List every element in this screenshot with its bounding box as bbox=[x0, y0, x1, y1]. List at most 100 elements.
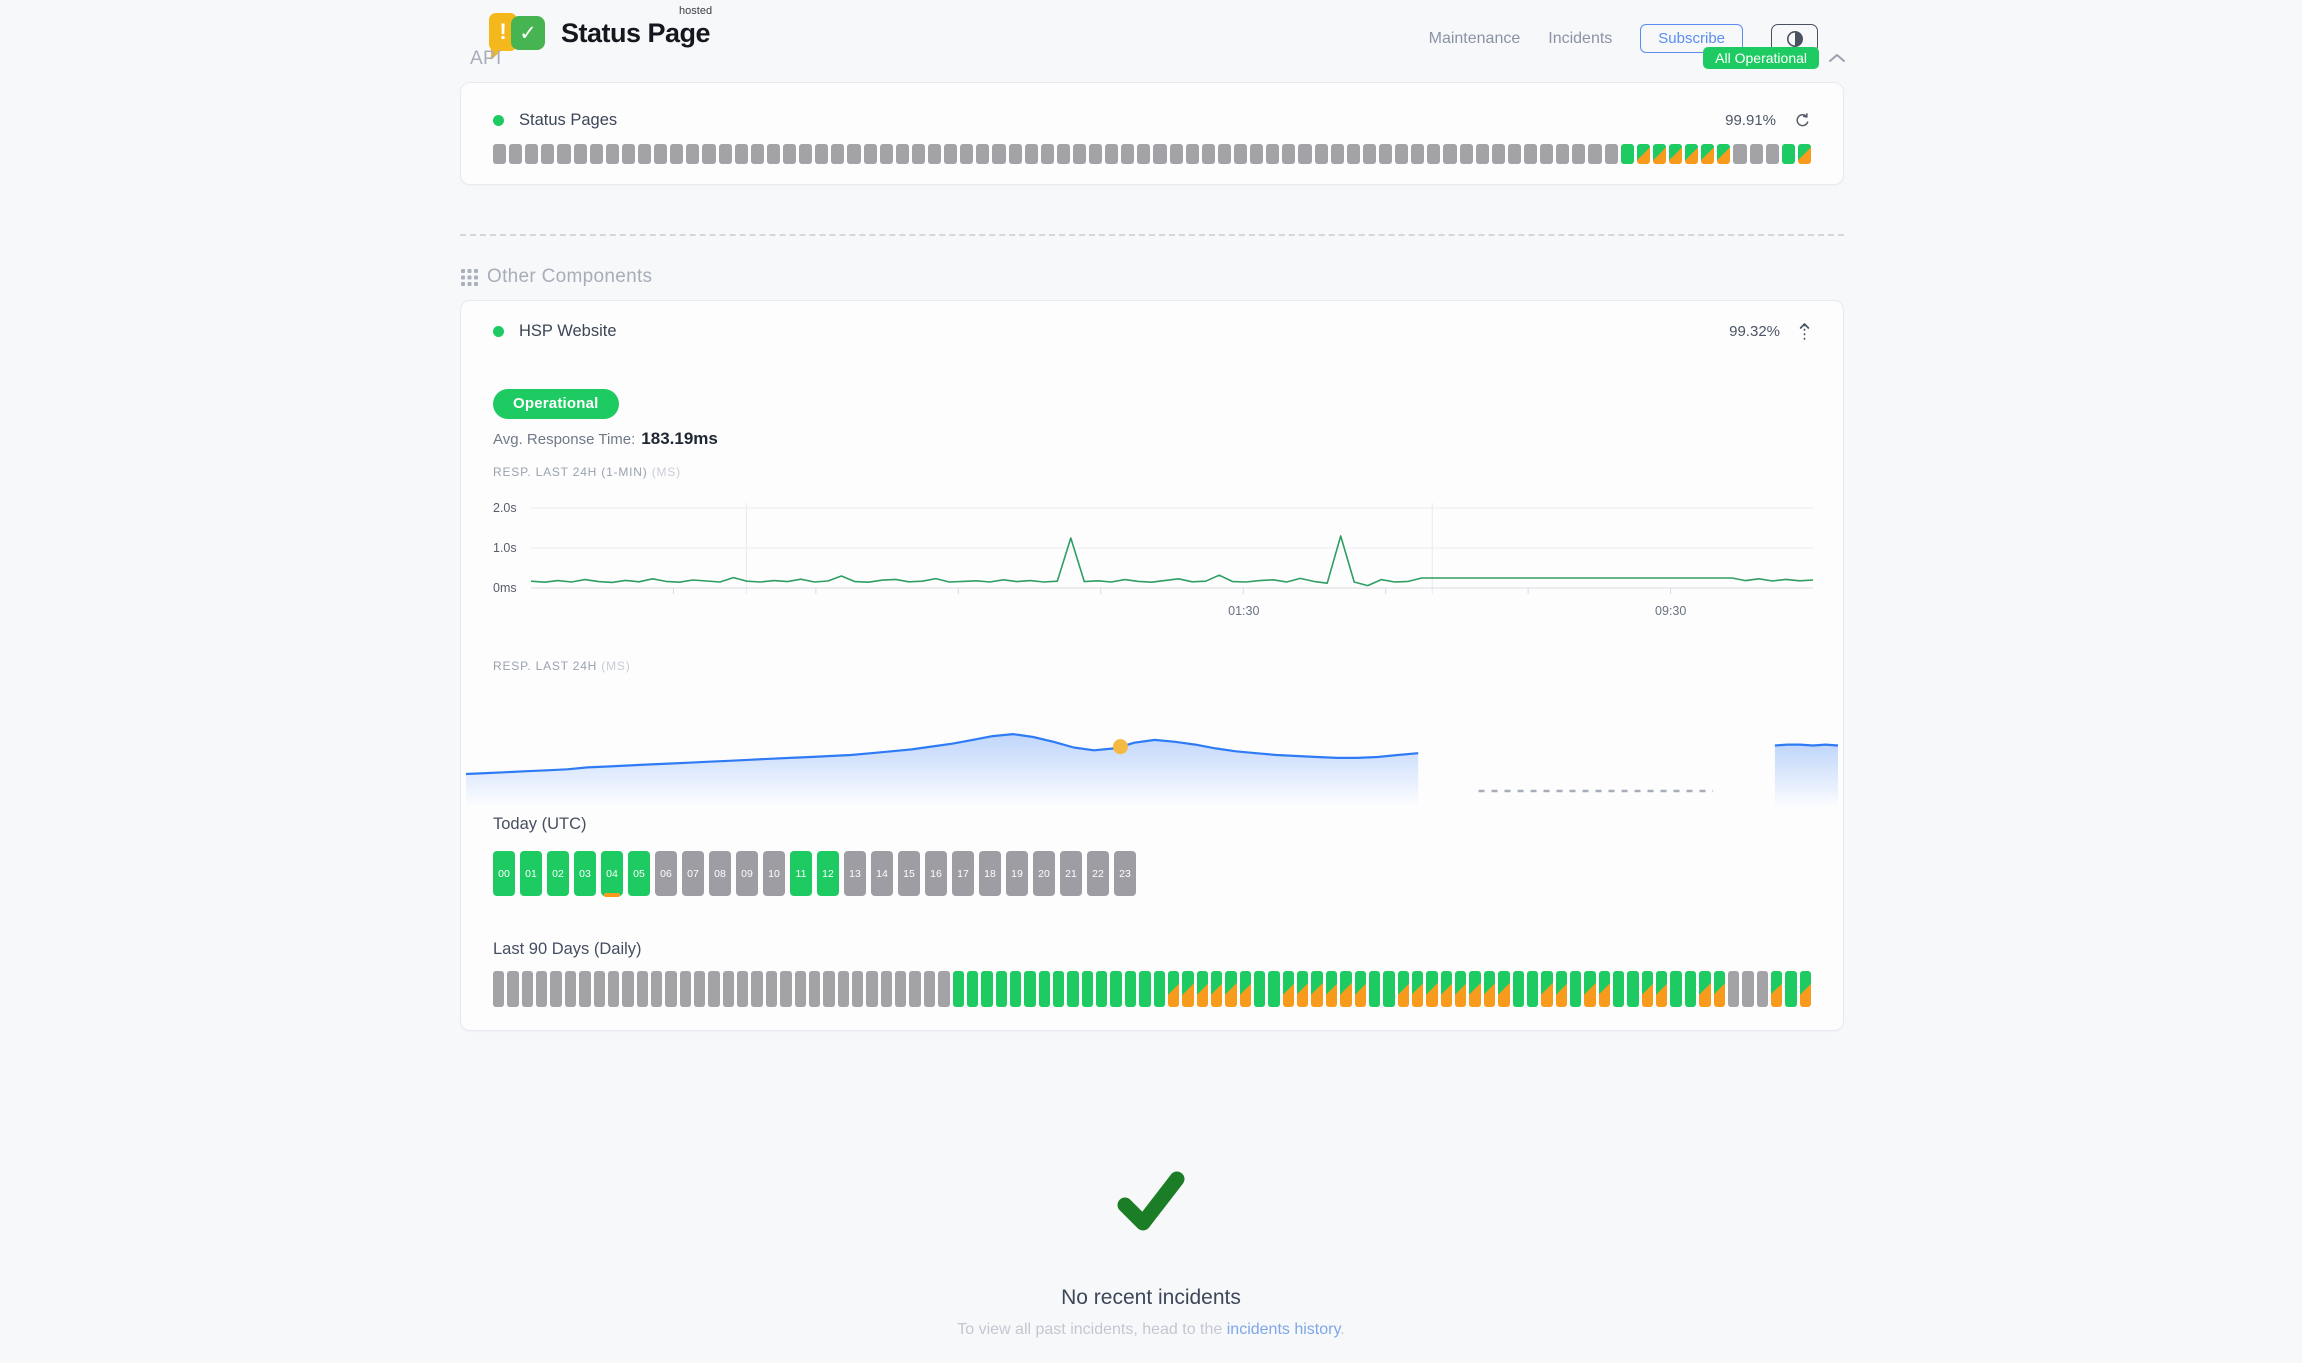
day-bar[interactable] bbox=[1455, 971, 1466, 1007]
day-bar[interactable] bbox=[608, 971, 619, 1007]
uptime-bar[interactable] bbox=[557, 144, 570, 164]
uptime-bar[interactable] bbox=[1170, 144, 1183, 164]
day-bar[interactable] bbox=[507, 971, 518, 1007]
uptime-bar[interactable] bbox=[1025, 144, 1038, 164]
day-bar[interactable] bbox=[1053, 971, 1064, 1007]
day-bar[interactable] bbox=[737, 971, 748, 1007]
day-bar[interactable] bbox=[895, 971, 906, 1007]
day-bar[interactable] bbox=[1570, 971, 1581, 1007]
uptime-bar[interactable] bbox=[815, 144, 828, 164]
uptime-bar[interactable] bbox=[976, 144, 989, 164]
day-bar[interactable] bbox=[1498, 971, 1509, 1007]
day-bar[interactable] bbox=[996, 971, 1007, 1007]
day-bar[interactable] bbox=[680, 971, 691, 1007]
uptime-bar[interactable] bbox=[1540, 144, 1553, 164]
day-bar[interactable] bbox=[1426, 971, 1437, 1007]
day-bar[interactable] bbox=[1225, 971, 1236, 1007]
day-bar[interactable] bbox=[565, 971, 576, 1007]
collapse-up-arrow-icon[interactable] bbox=[1798, 322, 1811, 341]
response-time-area-chart[interactable] bbox=[466, 691, 1838, 813]
day-bar[interactable] bbox=[1182, 971, 1193, 1007]
day-bar[interactable] bbox=[1110, 971, 1121, 1007]
uptime-bar[interactable] bbox=[1782, 144, 1795, 164]
uptime-bar[interactable] bbox=[912, 144, 925, 164]
uptime-bar[interactable] bbox=[1186, 144, 1199, 164]
uptime-bar[interactable] bbox=[1347, 144, 1360, 164]
day-bar[interactable] bbox=[637, 971, 648, 1007]
day-bar[interactable] bbox=[1441, 971, 1452, 1007]
day-bar[interactable] bbox=[1670, 971, 1681, 1007]
uptime-bar[interactable] bbox=[1476, 144, 1489, 164]
hour-block-03[interactable]: 03 bbox=[574, 851, 596, 896]
day-bar[interactable] bbox=[967, 971, 978, 1007]
hour-block-16[interactable]: 16 bbox=[925, 851, 947, 896]
uptime-bar[interactable] bbox=[1202, 144, 1215, 164]
uptime-bar[interactable] bbox=[960, 144, 973, 164]
uptime-bar[interactable] bbox=[574, 144, 587, 164]
hour-block-06[interactable]: 06 bbox=[655, 851, 677, 896]
day-bar[interactable] bbox=[1154, 971, 1165, 1007]
uptime-bar[interactable] bbox=[1588, 144, 1601, 164]
day-bar[interactable] bbox=[1742, 971, 1753, 1007]
uptime-bar[interactable] bbox=[1218, 144, 1231, 164]
uptime-bar[interactable] bbox=[493, 144, 506, 164]
day-bar[interactable] bbox=[938, 971, 949, 1007]
day-bar[interactable] bbox=[766, 971, 777, 1007]
day-bar[interactable] bbox=[881, 971, 892, 1007]
day-bar[interactable] bbox=[1067, 971, 1078, 1007]
uptime-bar[interactable] bbox=[606, 144, 619, 164]
response-time-line-chart[interactable]: 0ms1.0s2.0s01:3009:30 bbox=[493, 501, 1813, 623]
day-bar[interactable] bbox=[1412, 971, 1423, 1007]
hour-block-08[interactable]: 08 bbox=[709, 851, 731, 896]
day-bar[interactable] bbox=[1785, 971, 1796, 1007]
uptime-bar[interactable] bbox=[590, 144, 603, 164]
uptime-bar[interactable] bbox=[1669, 144, 1682, 164]
uptime-bar[interactable] bbox=[686, 144, 699, 164]
uptime-bar[interactable] bbox=[1605, 144, 1618, 164]
uptime-bar[interactable] bbox=[541, 144, 554, 164]
uptime-bar[interactable] bbox=[1411, 144, 1424, 164]
uptime-bar[interactable] bbox=[1460, 144, 1473, 164]
day-bar[interactable] bbox=[1024, 971, 1035, 1007]
day-bar[interactable] bbox=[1685, 971, 1696, 1007]
hour-block-12[interactable]: 12 bbox=[817, 851, 839, 896]
hour-block-00[interactable]: 00 bbox=[493, 851, 515, 896]
day-bar[interactable] bbox=[1168, 971, 1179, 1007]
day-bar[interactable] bbox=[1527, 971, 1538, 1007]
hour-block-10[interactable]: 10 bbox=[763, 851, 785, 896]
uptime-bar[interactable] bbox=[1750, 144, 1763, 164]
uptime-bar[interactable] bbox=[1250, 144, 1263, 164]
day-bar[interactable] bbox=[493, 971, 504, 1007]
day-bar[interactable] bbox=[1039, 971, 1050, 1007]
hour-block-09[interactable]: 09 bbox=[736, 851, 758, 896]
day-bar[interactable] bbox=[1613, 971, 1624, 1007]
uptime-bar[interactable] bbox=[1798, 144, 1811, 164]
day-bar[interactable] bbox=[1197, 971, 1208, 1007]
uptime-bar[interactable] bbox=[1282, 144, 1295, 164]
uptime-bar[interactable] bbox=[1234, 144, 1247, 164]
uptime-bar[interactable] bbox=[1766, 144, 1779, 164]
day-bar[interactable] bbox=[1369, 971, 1380, 1007]
uptime-bar[interactable] bbox=[670, 144, 683, 164]
hour-block-21[interactable]: 21 bbox=[1060, 851, 1082, 896]
day-bar[interactable] bbox=[708, 971, 719, 1007]
uptime-bar[interactable] bbox=[944, 144, 957, 164]
day-bar[interactable] bbox=[1355, 971, 1366, 1007]
uptime-bar[interactable] bbox=[1653, 144, 1666, 164]
day-bar[interactable] bbox=[1297, 971, 1308, 1007]
day-bar[interactable] bbox=[838, 971, 849, 1007]
day-bar[interactable] bbox=[1268, 971, 1279, 1007]
day-bar[interactable] bbox=[1728, 971, 1739, 1007]
uptime-bar[interactable] bbox=[1041, 144, 1054, 164]
day-bar[interactable] bbox=[1240, 971, 1251, 1007]
incidents-history-link[interactable]: incidents history bbox=[1227, 1321, 1341, 1338]
day-bar[interactable] bbox=[1699, 971, 1710, 1007]
day-bar[interactable] bbox=[723, 971, 734, 1007]
hour-block-18[interactable]: 18 bbox=[979, 851, 1001, 896]
uptime-bar[interactable] bbox=[1395, 144, 1408, 164]
day-bar[interactable] bbox=[665, 971, 676, 1007]
uptime-bar[interactable] bbox=[847, 144, 860, 164]
hour-block-19[interactable]: 19 bbox=[1006, 851, 1028, 896]
day-bar[interactable] bbox=[953, 971, 964, 1007]
uptime-bar[interactable] bbox=[1057, 144, 1070, 164]
